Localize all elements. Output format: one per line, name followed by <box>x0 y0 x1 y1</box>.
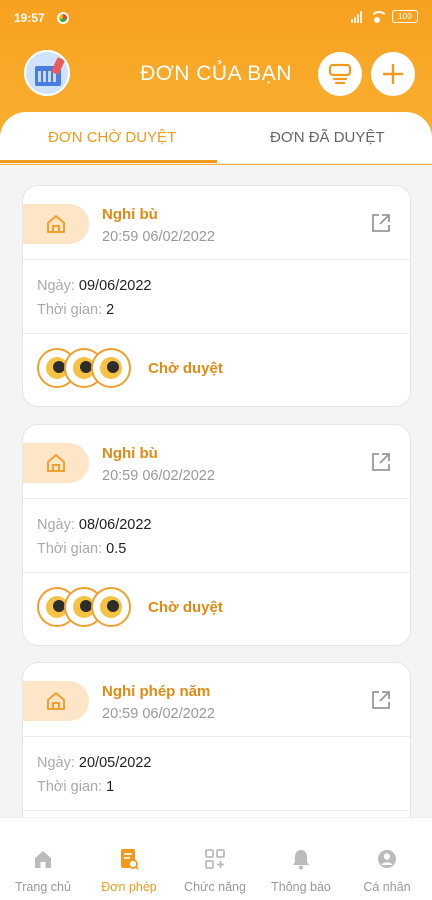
status-badge: Chờ duyệt <box>148 360 223 377</box>
request-list[interactable]: Nghỉ bù 20:59 06/02/2022 Ngày: 09/06/202… <box>0 165 432 817</box>
approver-avatar <box>100 357 122 379</box>
request-type: Nghỉ bù <box>102 445 158 462</box>
filter-icon <box>328 63 352 85</box>
status-time: 19:57 <box>14 11 45 25</box>
request-date: 09/06/2022 <box>78 278 152 294</box>
request-type: Nghỉ phép năm <box>102 683 211 700</box>
nav-label: Thông báo <box>271 880 331 894</box>
tab-bar: ĐƠN CHỜ DUYỆT ĐƠN ĐÃ DUYỆT <box>0 112 432 164</box>
filter-button[interactable] <box>318 52 362 96</box>
request-created-time: 20:59 06/02/2022 <box>102 229 215 245</box>
battery-icon: 100 <box>392 10 418 23</box>
page-title: ĐƠN CỦA BẠN <box>140 62 292 85</box>
date-label: Ngày: <box>37 755 79 771</box>
nav-label: Cá nhân <box>363 880 411 894</box>
tab-approved[interactable]: ĐƠN ĐÃ DUYỆT <box>270 129 385 146</box>
nav-requests[interactable]: Đơn phép <box>86 818 172 900</box>
request-created-time: 20:59 06/02/2022 <box>102 706 215 722</box>
tab-indicator <box>0 160 217 163</box>
request-duration: 2 <box>106 302 115 318</box>
nav-notifications[interactable]: Thông báo <box>258 818 344 900</box>
home-icon <box>23 681 89 721</box>
open-external-icon[interactable] <box>370 689 392 716</box>
approver-avatar <box>100 596 122 618</box>
request-date: 08/06/2022 <box>78 517 152 533</box>
bottom-nav: Trang chủ Đơn phép Chức năng Thông báo C… <box>0 817 432 900</box>
request-date: 20/05/2022 <box>78 755 152 771</box>
approver-avatars <box>37 587 137 627</box>
battery-level: 100 <box>398 12 412 21</box>
date-label: Ngày: <box>37 517 79 533</box>
add-request-button[interactable] <box>371 52 415 96</box>
status-bar: 19:57 100 <box>0 0 432 38</box>
approver-avatars <box>37 348 137 388</box>
app-header: 19:57 100 ĐƠN CỦA BẠN ĐƠN CHỜ DUYỆT ĐƠN … <box>0 0 432 165</box>
nav-functions[interactable]: Chức năng <box>172 818 258 900</box>
request-card[interactable]: Nghỉ bù 20:59 06/02/2022 Ngày: 09/06/202… <box>22 185 411 407</box>
home-icon <box>35 851 51 868</box>
plus-icon <box>382 63 404 85</box>
nav-home[interactable]: Trang chủ <box>0 818 86 900</box>
user-icon <box>378 850 396 868</box>
tab-pending[interactable]: ĐƠN CHỜ DUYỆT <box>48 129 176 146</box>
nav-label: Chức năng <box>184 880 246 894</box>
request-duration: 1 <box>106 779 115 795</box>
nav-label: Đơn phép <box>101 880 157 894</box>
signal-icon <box>351 10 362 23</box>
duration-label: Thời gian: <box>37 302 107 318</box>
request-type: Nghỉ bù <box>102 206 158 223</box>
bell-icon <box>293 850 309 870</box>
home-icon <box>23 443 89 483</box>
status-badge: Chờ duyệt <box>148 599 223 616</box>
duration-label: Thời gian: <box>37 541 107 557</box>
date-label: Ngày: <box>37 278 79 294</box>
document-icon <box>121 849 139 870</box>
nav-label: Trang chủ <box>15 880 71 894</box>
chrome-notification-icon <box>57 12 69 24</box>
request-created-time: 20:59 06/02/2022 <box>102 468 215 484</box>
grid-plus-icon <box>205 849 225 869</box>
nav-profile[interactable]: Cá nhân <box>344 818 430 900</box>
wifi-icon <box>370 10 388 23</box>
duration-label: Thời gian: <box>37 779 107 795</box>
open-external-icon[interactable] <box>370 451 392 478</box>
open-external-icon[interactable] <box>370 212 392 239</box>
request-card[interactable]: Nghỉ bù 20:59 06/02/2022 Ngày: 08/06/202… <box>22 424 411 646</box>
request-card[interactable]: Nghỉ phép năm 20:59 06/02/2022 Ngày: 20/… <box>22 662 411 817</box>
home-icon <box>23 204 89 244</box>
request-duration: 0.5 <box>106 541 127 557</box>
